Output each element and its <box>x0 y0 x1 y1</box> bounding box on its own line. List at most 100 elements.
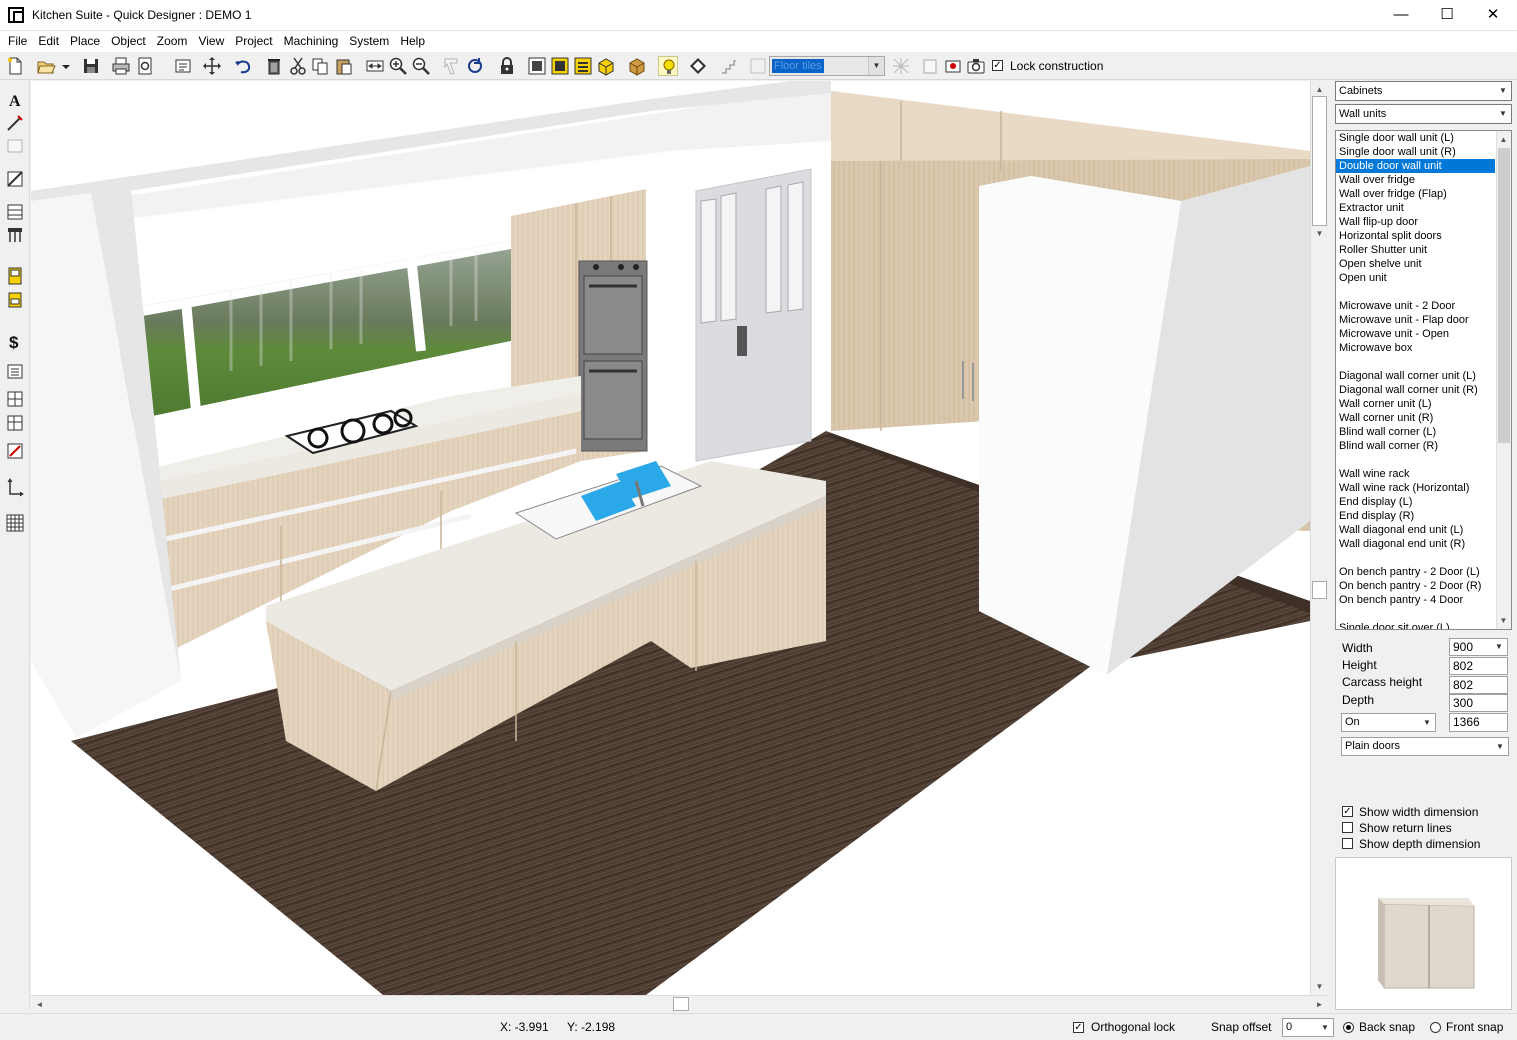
text-tool-icon[interactable]: A <box>5 90 25 110</box>
list-item[interactable]: On bench pantry - 4 Door <box>1336 593 1511 607</box>
door-style-select[interactable]: Plain doors ▼ <box>1341 737 1509 756</box>
cutting-list-icon[interactable] <box>5 389 25 409</box>
list-item[interactable]: Wall diagonal end unit (L) <box>1336 523 1511 537</box>
list-item[interactable]: On bench pantry - 2 Door (L) <box>1336 565 1511 579</box>
list-item[interactable]: Wall corner unit (R) <box>1336 411 1511 425</box>
delete-icon[interactable] <box>264 56 284 76</box>
wall-unit-icon[interactable] <box>5 290 25 310</box>
save-icon[interactable] <box>81 56 101 76</box>
list-item[interactable]: Single door wall unit (L) <box>1336 131 1511 145</box>
list-item[interactable]: Microwave box <box>1336 341 1511 355</box>
move-icon[interactable] <box>202 56 222 76</box>
horizontal-scroll-thumb[interactable] <box>673 997 689 1011</box>
scroll-down-icon[interactable]: ▼ <box>1311 225 1328 242</box>
3d-viewport[interactable] <box>31 81 1310 995</box>
pattern-icon[interactable] <box>891 56 911 76</box>
horizontal-scrollbar[interactable]: ◄ ► <box>31 995 1328 1012</box>
refresh-icon[interactable] <box>465 56 485 76</box>
placement-height-input[interactable]: 1366 <box>1449 713 1508 732</box>
print-icon[interactable] <box>111 56 131 76</box>
lock-construction-checkbox[interactable]: ✓ <box>992 60 1003 71</box>
list-item[interactable]: On bench pantry - 2 Door (R) <box>1336 579 1511 593</box>
properties-icon[interactable] <box>173 56 193 76</box>
list-item[interactable]: Single door sit over (L) <box>1336 621 1511 629</box>
show-width-checkbox[interactable]: ✓ <box>1342 806 1353 817</box>
show-depth-checkbox[interactable] <box>1342 838 1353 849</box>
menu-help[interactable]: Help <box>394 32 430 51</box>
zoom-extents-icon[interactable] <box>365 56 385 76</box>
new-file-icon[interactable] <box>5 56 25 76</box>
list-item[interactable]: End display (L) <box>1336 495 1511 509</box>
scroll-right-icon[interactable]: ► <box>1311 996 1328 1013</box>
list-item[interactable]: Wall flip-up door <box>1336 215 1511 229</box>
list-item[interactable]: Horizontal split doors <box>1336 229 1511 243</box>
list-item[interactable]: Wall wine rack <box>1336 467 1511 481</box>
front-snap-radio[interactable] <box>1430 1022 1441 1033</box>
scroll-left-icon[interactable]: ◄ <box>31 996 48 1013</box>
snap-offset-select[interactable]: 0 ▼ <box>1282 1018 1334 1037</box>
3d-view-icon[interactable] <box>596 56 616 76</box>
height-input[interactable]: 802 <box>1449 657 1508 675</box>
cut-icon[interactable] <box>288 56 308 76</box>
vertical-scrollbar[interactable]: ▲ ▼ ▼ <box>1310 81 1328 995</box>
menu-machining[interactable]: Machining <box>278 32 344 51</box>
list-item[interactable]: Diagonal wall corner unit (L) <box>1336 369 1511 383</box>
rectangle-tool-icon[interactable] <box>5 136 25 156</box>
elevation-view-icon[interactable] <box>550 56 570 76</box>
category-select[interactable]: Cabinets ▼ <box>1335 81 1512 101</box>
orthogonal-lock-checkbox[interactable]: ✓ <box>1073 1022 1084 1033</box>
grid-icon[interactable] <box>5 513 25 533</box>
menu-zoom[interactable]: Zoom <box>151 32 193 51</box>
draw-line-icon[interactable] <box>5 113 25 133</box>
menu-project[interactable]: Project <box>229 32 277 51</box>
menu-edit[interactable]: Edit <box>32 32 64 51</box>
show-return-checkbox[interactable] <box>1342 822 1353 833</box>
undo-icon[interactable] <box>233 56 253 76</box>
list-item[interactable]: Diagonal wall corner unit (R) <box>1336 383 1511 397</box>
wall-view-icon[interactable] <box>573 56 593 76</box>
list-item[interactable]: Wall wine rack (Horizontal) <box>1336 481 1511 495</box>
open-dropdown-icon[interactable] <box>56 56 70 76</box>
menu-place[interactable]: Place <box>64 32 105 51</box>
camera-icon[interactable] <box>966 56 986 76</box>
floor-icon[interactable] <box>748 56 768 76</box>
light-bulb-icon[interactable] <box>658 56 678 76</box>
materials-icon[interactable] <box>688 56 708 76</box>
menu-system[interactable]: System <box>343 32 394 51</box>
list-item[interactable]: Wall corner unit (L) <box>1336 397 1511 411</box>
list-scroll-thumb[interactable] <box>1498 148 1510 443</box>
floor-material-combo[interactable]: Floor tiles ▼ <box>769 56 885 76</box>
report-icon[interactable] <box>5 361 25 381</box>
stairs-icon[interactable] <box>719 56 739 76</box>
list-scroll-down-icon[interactable]: ▼ <box>1496 612 1511 629</box>
list-item[interactable]: Extractor unit <box>1336 201 1511 215</box>
list-item[interactable]: Microwave unit - Flap door <box>1336 313 1511 327</box>
pricing-dollar-icon[interactable]: $ <box>5 331 25 352</box>
vertical-scroll-thumb[interactable] <box>1312 96 1327 226</box>
list-item[interactable]: Blind wall corner (L) <box>1336 425 1511 439</box>
render-icon[interactable] <box>627 56 647 76</box>
camera-settings-icon[interactable] <box>943 56 963 76</box>
vertical-scroll-thumb-secondary[interactable] <box>1312 581 1327 599</box>
base-unit-icon[interactable] <box>5 225 25 245</box>
list-scrollbar[interactable]: ▲ ▼ <box>1496 131 1511 629</box>
list-item[interactable]: Microwave unit - Open <box>1336 327 1511 341</box>
scroll-down-end-icon[interactable]: ▼ <box>1311 978 1328 995</box>
list-item[interactable]: Blind wall corner (R) <box>1336 439 1511 453</box>
cabinet-list[interactable]: Single door wall unit (L) Single door wal… <box>1335 130 1512 630</box>
menu-file[interactable]: File <box>2 32 32 51</box>
paste-icon[interactable] <box>334 56 354 76</box>
zoom-in-icon[interactable] <box>388 56 408 76</box>
open-folder-icon[interactable] <box>36 56 56 76</box>
lock-icon[interactable] <box>497 56 517 76</box>
copy-icon[interactable] <box>310 56 330 76</box>
list-item[interactable]: Double door wall unit <box>1336 159 1495 173</box>
print-preview-icon[interactable] <box>135 56 155 76</box>
depth-input[interactable]: 300 <box>1449 694 1508 712</box>
list-item[interactable]: Open unit <box>1336 271 1511 285</box>
zoom-out-icon[interactable] <box>411 56 431 76</box>
list-item[interactable]: Wall diagonal end unit (R) <box>1336 537 1511 551</box>
door-icon[interactable] <box>920 56 940 76</box>
carcass-height-input[interactable]: 802 <box>1449 676 1508 694</box>
back-snap-radio[interactable] <box>1343 1022 1354 1033</box>
